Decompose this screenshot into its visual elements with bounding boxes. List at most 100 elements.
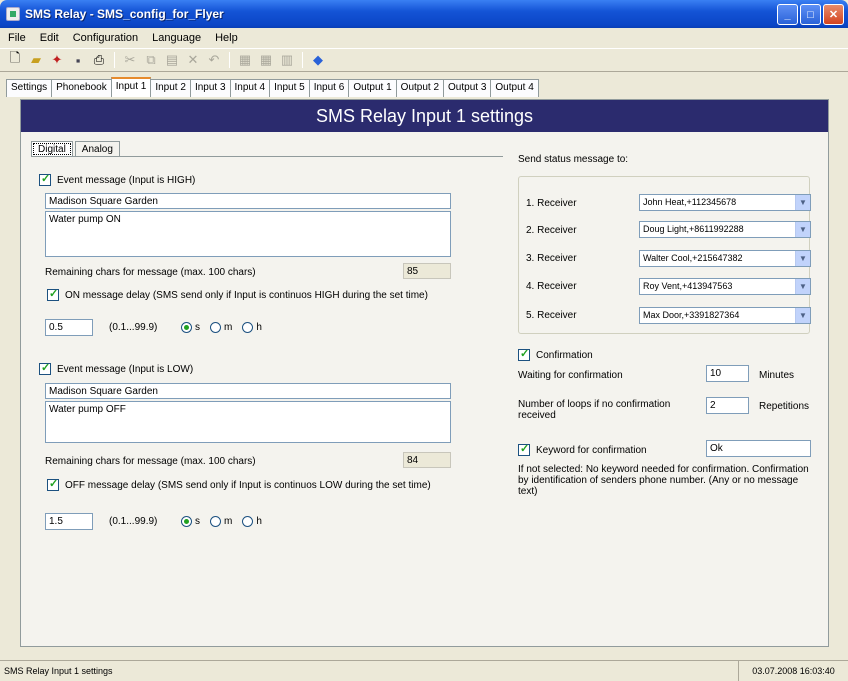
on-delay-range: (0.1...99.9) — [109, 322, 158, 333]
low-remaining-label: Remaining chars for message (max. 100 ch… — [45, 456, 256, 467]
low-message-line1[interactable]: Madison Square Garden — [45, 383, 451, 399]
unit-m-radio[interactable]: m — [210, 322, 232, 333]
unit-m-radio[interactable]: m — [210, 516, 232, 527]
sub-tabs: Digital Analog — [31, 141, 122, 157]
receiver-2-select[interactable]: Doug Light,+8611992288 ▼ — [639, 221, 811, 238]
tab-input-3[interactable]: Input 3 — [189, 79, 231, 97]
high-remaining-label: Remaining chars for message (max. 100 ch… — [45, 267, 256, 278]
tab-input-2[interactable]: Input 2 — [150, 79, 191, 97]
confirmation-checkbox[interactable]: Confirmation — [518, 347, 593, 361]
toolbar: 🗋 ▰ ✦ ▪ ⎙ ✂ ⧉ ▤ ✕ ↶ ▦ ▦ ▥ ◆ — [0, 48, 848, 72]
on-delay-checkbox[interactable]: ON message delay (SMS send only if Input… — [47, 287, 428, 301]
tab-output-1[interactable]: Output 1 — [348, 79, 397, 97]
menu-help[interactable]: Help — [213, 31, 240, 45]
receiver-1-label: 1. Receiver — [526, 198, 577, 209]
event-low-checkbox[interactable]: Event message (Input is LOW) — [39, 361, 193, 375]
high-message-text[interactable]: Water pump ON — [45, 211, 451, 257]
receiver-3-select[interactable]: Walter Cool,+215647382 ▼ — [639, 250, 811, 267]
maximize-button[interactable]: □ — [800, 4, 821, 25]
chevron-down-icon: ▼ — [795, 279, 810, 294]
menu-language[interactable]: Language — [150, 31, 203, 45]
grid2-icon[interactable]: ▦ — [257, 51, 275, 69]
checkbox-icon — [518, 442, 530, 456]
waiting-input[interactable]: 10 — [706, 365, 749, 382]
loops-unit: Repetitions — [759, 401, 810, 412]
receiver-5-label: 5. Receiver — [526, 310, 577, 321]
keyword-note: If not selected: No keyword needed for c… — [518, 464, 809, 497]
keyword-input[interactable]: Ok — [706, 440, 811, 457]
delete-icon[interactable]: ✕ — [184, 51, 202, 69]
menu-bar: File Edit Configuration Language Help — [0, 28, 848, 48]
menu-file[interactable]: File — [6, 31, 28, 45]
high-message-line1[interactable]: Madison Square Garden — [45, 193, 451, 209]
help-icon[interactable]: ◆ — [309, 51, 327, 69]
chevron-down-icon: ▼ — [795, 251, 810, 266]
waiting-unit: Minutes — [759, 370, 795, 381]
maximize-icon: □ — [807, 8, 814, 21]
paste-icon[interactable]: ▤ — [163, 51, 181, 69]
subtab-digital[interactable]: Digital — [31, 141, 73, 157]
unit-h-radio[interactable]: h — [242, 516, 262, 527]
cut-icon[interactable]: ✂ — [121, 51, 139, 69]
receiver-5-select[interactable]: Max Door,+3391827364 ▼ — [639, 307, 811, 324]
save-icon[interactable]: ▪ — [69, 51, 87, 69]
close-icon: ✕ — [828, 9, 839, 21]
minimize-button[interactable]: _ — [777, 4, 798, 25]
unit-h-radio[interactable]: h — [242, 322, 262, 333]
chevron-down-icon: ▼ — [795, 222, 810, 237]
event-high-checkbox[interactable]: Event message (Input is HIGH) — [39, 172, 195, 186]
low-message-text[interactable]: Water pump OFF — [45, 401, 451, 443]
tab-phonebook[interactable]: Phonebook — [51, 79, 112, 97]
loops-label: Number of loops if no confirmation recei… — [518, 399, 671, 421]
main-tabs: Settings Phonebook Input 1 Input 2 Input… — [6, 77, 539, 98]
menu-edit[interactable]: Edit — [38, 31, 61, 45]
tab-output-2[interactable]: Output 2 — [395, 79, 445, 97]
menu-configuration[interactable]: Configuration — [71, 31, 140, 45]
page-title: SMS Relay Input 1 settings — [21, 100, 828, 132]
close-button[interactable]: ✕ — [823, 4, 844, 25]
chevron-down-icon: ▼ — [795, 195, 810, 210]
off-delay-range: (0.1...99.9) — [109, 516, 158, 527]
tab-input-1[interactable]: Input 1 — [110, 77, 152, 97]
subtab-analog[interactable]: Analog — [74, 141, 120, 157]
input-settings-page: SMS Relay Input 1 settings Digital Analo… — [20, 99, 829, 647]
loops-input[interactable]: 2 — [706, 397, 749, 414]
minimize-icon: _ — [784, 8, 791, 21]
receiver-2-label: 2. Receiver — [526, 225, 577, 236]
undo-icon[interactable]: ↶ — [205, 51, 223, 69]
print-icon[interactable]: ⎙ — [90, 51, 108, 69]
tab-output-3[interactable]: Output 3 — [443, 79, 492, 97]
tab-input-5[interactable]: Input 5 — [269, 79, 310, 97]
window-title: SMS Relay - SMS_config_for_Flyer — [25, 7, 224, 21]
keyword-checkbox[interactable]: Keyword for confirmation — [518, 442, 647, 456]
wizard-icon[interactable]: ✦ — [48, 51, 66, 69]
tab-output-4[interactable]: Output 4 — [490, 79, 539, 97]
checkbox-icon — [39, 361, 51, 375]
checkbox-icon — [39, 172, 51, 186]
chevron-down-icon: ▼ — [795, 308, 810, 323]
status-bar: SMS Relay Input 1 settings 03.07.2008 16… — [0, 660, 848, 681]
copy-icon[interactable]: ⧉ — [142, 51, 160, 69]
tab-input-6[interactable]: Input 6 — [308, 79, 350, 97]
high-remaining-value: 85 — [403, 263, 451, 279]
tab-input-4[interactable]: Input 4 — [229, 79, 271, 97]
off-delay-input[interactable]: 1.5 — [45, 513, 93, 530]
title-bar[interactable]: SMS Relay - SMS_config_for_Flyer _ □ ✕ — [0, 0, 848, 28]
unit-s-radio[interactable]: s — [181, 322, 200, 333]
receiver-3-label: 3. Receiver — [526, 253, 577, 264]
grid-icon[interactable]: ▦ — [236, 51, 254, 69]
on-delay-input[interactable]: 0.5 — [45, 319, 93, 336]
unit-s-radio[interactable]: s — [181, 516, 200, 527]
new-icon[interactable]: 🗋 — [6, 50, 24, 69]
receiver-4-select[interactable]: Roy Vent,+413947563 ▼ — [639, 278, 811, 295]
on-delay-units: s m h — [181, 322, 272, 333]
off-delay-checkbox[interactable]: OFF message delay (SMS send only if Inpu… — [47, 477, 431, 491]
off-delay-units: s m h — [181, 516, 272, 527]
receiver-1-select[interactable]: John Heat,+112345678 ▼ — [639, 194, 811, 211]
checkbox-icon — [47, 477, 59, 491]
tab-settings[interactable]: Settings — [6, 79, 53, 97]
open-icon[interactable]: ▰ — [27, 51, 45, 69]
chart-icon[interactable]: ▥ — [278, 51, 296, 69]
send-status-label: Send status message to: — [518, 154, 629, 165]
app-icon — [6, 7, 20, 21]
